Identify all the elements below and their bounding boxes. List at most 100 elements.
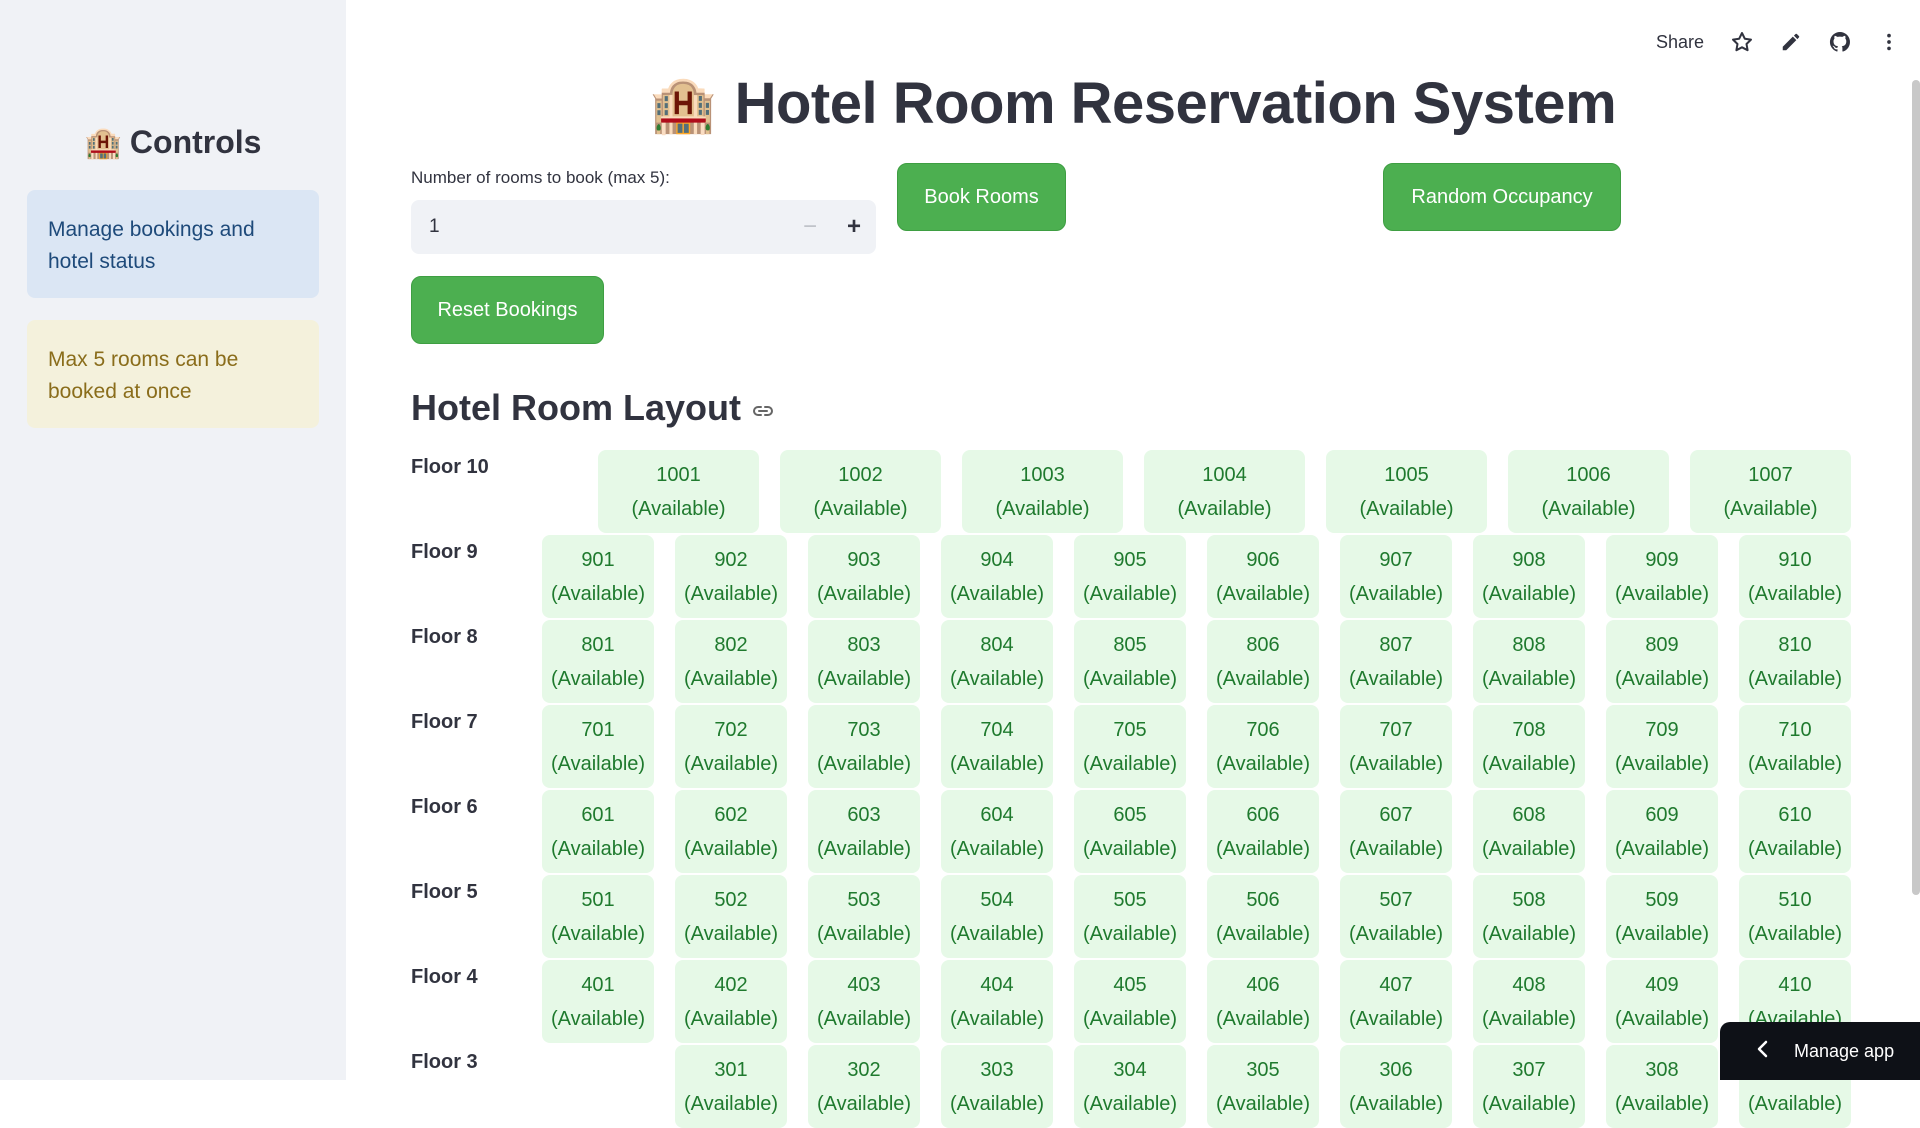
room-cell[interactable]: 704 (Available): [941, 705, 1053, 788]
room-cell[interactable]: 303 (Available): [941, 1045, 1053, 1128]
room-cell[interactable]: 502 (Available): [675, 875, 787, 958]
room-cell[interactable]: 408 (Available): [1473, 960, 1585, 1043]
room-cell[interactable]: 710 (Available): [1739, 705, 1851, 788]
room-cell[interactable]: 402 (Available): [675, 960, 787, 1043]
room-cell[interactable]: 706 (Available): [1207, 705, 1319, 788]
room-cell[interactable]: 1003 (Available): [962, 450, 1123, 533]
room-cell[interactable]: 610 (Available): [1739, 790, 1851, 873]
room-cell[interactable]: 401 (Available): [542, 960, 654, 1043]
star-icon[interactable]: [1730, 30, 1754, 54]
room-cell[interactable]: 603 (Available): [808, 790, 920, 873]
room-cell[interactable]: 810 (Available): [1739, 620, 1851, 703]
room-cell[interactable]: 908 (Available): [1473, 535, 1585, 618]
room-number: 805: [1113, 634, 1147, 656]
share-button[interactable]: Share: [1656, 32, 1704, 53]
room-cell[interactable]: 607 (Available): [1340, 790, 1452, 873]
page-title-text: Hotel Room Reservation System: [734, 71, 1617, 136]
room-cell[interactable]: 1007 (Available): [1690, 450, 1851, 533]
github-icon[interactable]: [1828, 30, 1852, 54]
room-cell[interactable]: 308 (Available): [1606, 1045, 1718, 1128]
room-cell[interactable]: 1002 (Available): [780, 450, 941, 533]
room-cell[interactable]: 307 (Available): [1473, 1045, 1585, 1128]
room-cell[interactable]: 604 (Available): [941, 790, 1053, 873]
room-cell[interactable]: 901 (Available): [542, 535, 654, 618]
more-options-icon[interactable]: [1878, 31, 1900, 53]
room-cell[interactable]: 905 (Available): [1074, 535, 1186, 618]
room-cell[interactable]: 808 (Available): [1473, 620, 1585, 703]
sidebar-title-text: Controls: [129, 124, 262, 160]
room-cell[interactable]: 504 (Available): [941, 875, 1053, 958]
room-cell[interactable]: 406 (Available): [1207, 960, 1319, 1043]
rooms-number-input[interactable]: 1 − +: [411, 200, 876, 254]
scrollbar[interactable]: [1912, 80, 1920, 895]
room-cell[interactable]: 608 (Available): [1473, 790, 1585, 873]
room-cell[interactable]: 705 (Available): [1074, 705, 1186, 788]
room-cell[interactable]: 709 (Available): [1606, 705, 1718, 788]
decrement-button[interactable]: −: [788, 200, 832, 254]
room-status: (Available): [1215, 923, 1311, 945]
room-cell[interactable]: 306 (Available): [1340, 1045, 1452, 1128]
room-cell[interactable]: 505 (Available): [1074, 875, 1186, 958]
room-cell[interactable]: 405 (Available): [1074, 960, 1186, 1043]
room-cell[interactable]: 1005 (Available): [1326, 450, 1487, 533]
room-cell[interactable]: 803 (Available): [808, 620, 920, 703]
room-number: 508: [1512, 889, 1546, 911]
edit-pencil-icon[interactable]: [1780, 31, 1802, 53]
room-cell[interactable]: 602 (Available): [675, 790, 787, 873]
room-cell[interactable]: 506 (Available): [1207, 875, 1319, 958]
room-cell[interactable]: 1006 (Available): [1508, 450, 1669, 533]
room-cell[interactable]: 305 (Available): [1207, 1045, 1319, 1128]
room-cell[interactable]: 510 (Available): [1739, 875, 1851, 958]
room-cell[interactable]: 807 (Available): [1340, 620, 1452, 703]
hotel-icon: 🏨: [649, 75, 717, 135]
manage-app-button[interactable]: Manage app: [1720, 1022, 1920, 1080]
room-cell[interactable]: 907 (Available): [1340, 535, 1452, 618]
room-cell[interactable]: 404 (Available): [941, 960, 1053, 1043]
room-cell[interactable]: 605 (Available): [1074, 790, 1186, 873]
room-cell[interactable]: 606 (Available): [1207, 790, 1319, 873]
book-rooms-button[interactable]: Book Rooms: [897, 163, 1066, 231]
reset-bookings-button[interactable]: Reset Bookings: [411, 276, 604, 344]
room-cell[interactable]: 707 (Available): [1340, 705, 1452, 788]
room-cell[interactable]: 906 (Available): [1207, 535, 1319, 618]
room-number: 710: [1778, 719, 1812, 741]
room-cell[interactable]: 902 (Available): [675, 535, 787, 618]
room-cell[interactable]: 304 (Available): [1074, 1045, 1186, 1128]
room-cell[interactable]: 910 (Available): [1739, 535, 1851, 618]
room-cell[interactable]: 903 (Available): [808, 535, 920, 618]
room-cell[interactable]: 1004 (Available): [1144, 450, 1305, 533]
room-cell[interactable]: 302 (Available): [808, 1045, 920, 1128]
room-cell[interactable]: 507 (Available): [1340, 875, 1452, 958]
room-cell[interactable]: 501 (Available): [542, 875, 654, 958]
room-cell[interactable]: 503 (Available): [808, 875, 920, 958]
room-cell[interactable]: 801 (Available): [542, 620, 654, 703]
room-cell[interactable]: 508 (Available): [1473, 875, 1585, 958]
room-cell[interactable]: 301 (Available): [675, 1045, 787, 1128]
room-cell[interactable]: 806 (Available): [1207, 620, 1319, 703]
room-cell[interactable]: 809 (Available): [1606, 620, 1718, 703]
room-cell[interactable]: 805 (Available): [1074, 620, 1186, 703]
floor-label: Floor 5: [411, 881, 478, 903]
room-cell[interactable]: 701 (Available): [542, 705, 654, 788]
room-cell[interactable]: 804 (Available): [941, 620, 1053, 703]
room-cell[interactable]: 708 (Available): [1473, 705, 1585, 788]
room-cell[interactable]: 703 (Available): [808, 705, 920, 788]
room-number: 403: [847, 974, 881, 996]
room-cell[interactable]: 407 (Available): [1340, 960, 1452, 1043]
room-cell[interactable]: 509 (Available): [1606, 875, 1718, 958]
room-cell[interactable]: 609 (Available): [1606, 790, 1718, 873]
room-number: 607: [1379, 804, 1413, 826]
room-cell[interactable]: 409 (Available): [1606, 960, 1718, 1043]
room-cell[interactable]: 601 (Available): [542, 790, 654, 873]
room-number: 1004: [1202, 464, 1247, 486]
room-cell[interactable]: 702 (Available): [675, 705, 787, 788]
room-cell[interactable]: 904 (Available): [941, 535, 1053, 618]
increment-button[interactable]: +: [832, 200, 876, 254]
room-cell[interactable]: 403 (Available): [808, 960, 920, 1043]
rooms-input-value[interactable]: 1: [411, 216, 788, 238]
room-cell[interactable]: 909 (Available): [1606, 535, 1718, 618]
anchor-link-icon[interactable]: [751, 390, 775, 432]
random-occupancy-button[interactable]: Random Occupancy: [1383, 163, 1621, 231]
room-cell[interactable]: 1001 (Available): [598, 450, 759, 533]
room-cell[interactable]: 802 (Available): [675, 620, 787, 703]
